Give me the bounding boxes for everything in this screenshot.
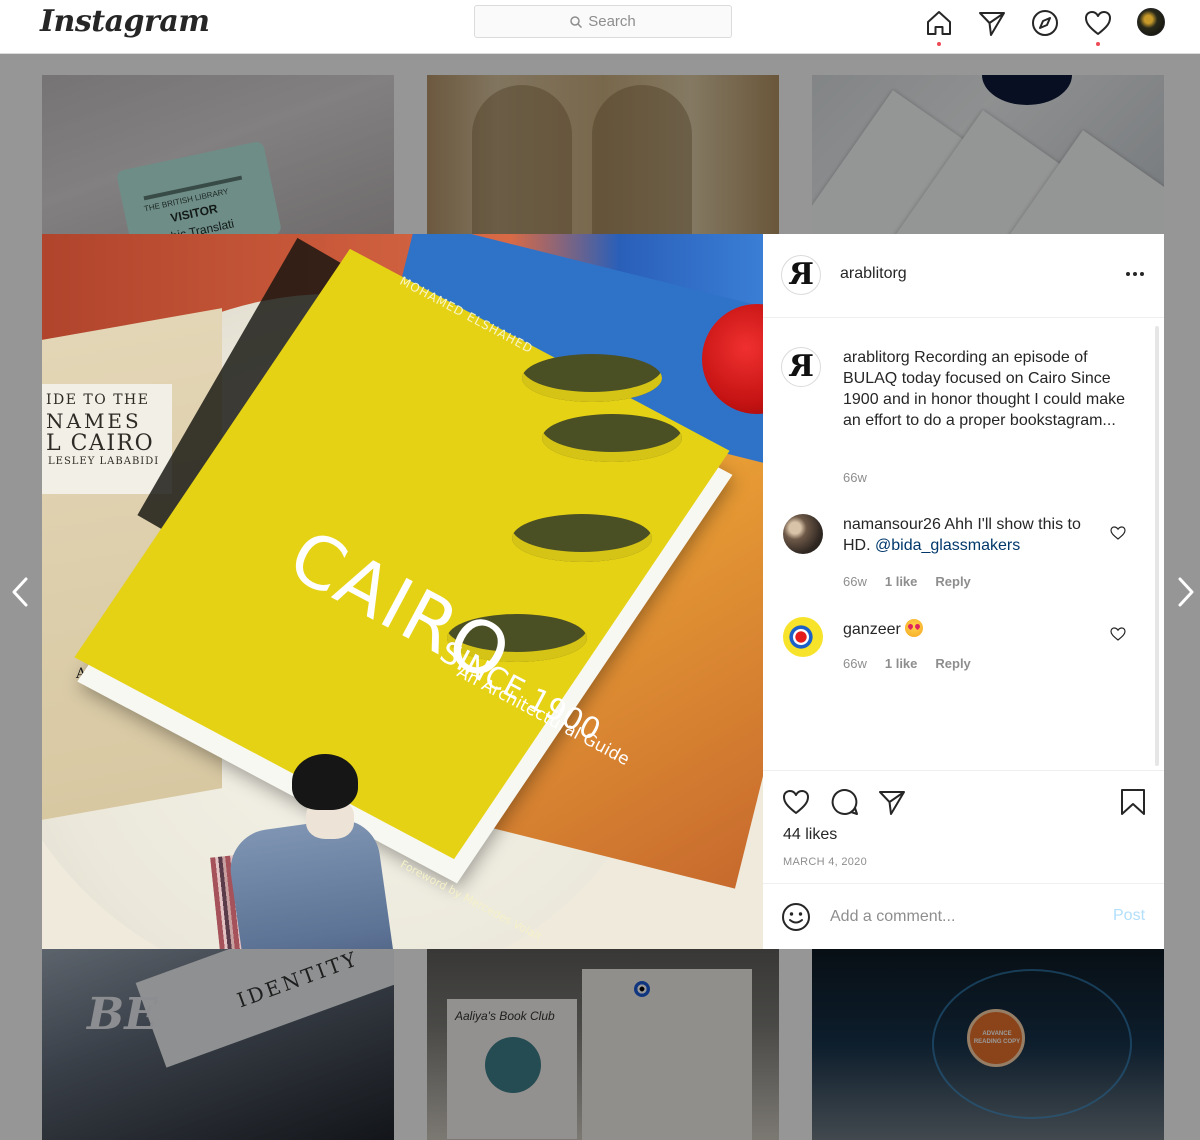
search-icon bbox=[570, 15, 583, 28]
post-photo[interactable]: IDE TO THE NAMES L CAIRO LESLEY LABABIDI… bbox=[42, 234, 763, 949]
activity-notification-dot bbox=[1096, 42, 1100, 46]
comment-1-mention[interactable]: @bida_glassmakers bbox=[875, 537, 1020, 554]
comment-avatar-ganzeer[interactable] bbox=[783, 617, 823, 657]
chevron-right-icon bbox=[1178, 577, 1194, 607]
comment-2: ganzeer bbox=[843, 619, 1093, 640]
share-icon[interactable] bbox=[877, 787, 907, 817]
top-nav: Instagram Search bbox=[0, 0, 1200, 54]
photo-map-book-label bbox=[42, 384, 172, 494]
instagram-logo[interactable]: Instagram bbox=[40, 4, 210, 39]
more-options-icon[interactable] bbox=[1124, 263, 1146, 285]
previous-post-button[interactable] bbox=[6, 575, 34, 609]
comment-1-age[interactable]: 66w bbox=[843, 574, 867, 589]
author-username[interactable]: arablitorg bbox=[840, 265, 907, 283]
direct-icon[interactable] bbox=[977, 8, 1007, 38]
comment-avatar-namansour26[interactable] bbox=[783, 514, 823, 554]
emoji-picker-icon[interactable] bbox=[781, 902, 811, 932]
explore-icon[interactable] bbox=[1030, 8, 1060, 38]
comment-input[interactable] bbox=[830, 904, 1090, 930]
search-box[interactable]: Search bbox=[474, 5, 732, 38]
likes-count[interactable]: 44 likes bbox=[783, 826, 837, 844]
caption-author-avatar[interactable]: R bbox=[781, 347, 821, 387]
author-avatar-logo: R bbox=[788, 256, 814, 292]
cover-disc-3 bbox=[512, 514, 652, 562]
next-post-button[interactable] bbox=[1172, 575, 1200, 609]
comment-icon[interactable] bbox=[830, 787, 860, 817]
caption-username[interactable]: arablitorg bbox=[843, 349, 910, 366]
post-date[interactable]: MARCH 4, 2020 bbox=[783, 856, 867, 868]
comment-1-like-icon[interactable] bbox=[1109, 524, 1127, 542]
caption-avatar-logo: R bbox=[788, 348, 814, 384]
comment-2-age[interactable]: 66w bbox=[843, 656, 867, 671]
comment-1: namansour26 Ahh I'll show this to HD. @b… bbox=[843, 514, 1093, 556]
comment-2-like-icon[interactable] bbox=[1109, 625, 1127, 643]
cover-disc-4 bbox=[447, 614, 587, 662]
comment-1-reply[interactable]: Reply bbox=[935, 574, 970, 589]
comment-1-likes[interactable]: 1 like bbox=[885, 574, 918, 589]
post-comment-button[interactable]: Post bbox=[1113, 907, 1145, 925]
profile-avatar[interactable] bbox=[1137, 8, 1165, 36]
search-placeholder: Search bbox=[588, 13, 636, 30]
comment-1-username[interactable]: namansour26 bbox=[843, 516, 941, 533]
caption-meta: 66w bbox=[843, 470, 885, 485]
home-notification-dot bbox=[937, 42, 941, 46]
like-icon[interactable] bbox=[781, 787, 811, 817]
comments-scrollbar[interactable] bbox=[1155, 326, 1159, 766]
chevron-left-icon bbox=[12, 577, 28, 607]
cover-disc-1 bbox=[522, 354, 662, 402]
post-header: R arablitorg bbox=[763, 234, 1164, 318]
cover-disc-2 bbox=[542, 414, 682, 462]
activity-heart-icon[interactable] bbox=[1083, 8, 1113, 38]
comment-2-likes[interactable]: 1 like bbox=[885, 656, 918, 671]
comments-area[interactable]: R arablitorg Recording an episode of BUL… bbox=[763, 319, 1164, 769]
post-details-panel: R arablitorg R arablitorg Recording an e… bbox=[763, 234, 1164, 949]
comment-2-reply[interactable]: Reply bbox=[935, 656, 970, 671]
add-comment-bar: Post bbox=[763, 883, 1164, 949]
save-bookmark-icon[interactable] bbox=[1118, 787, 1148, 817]
heart-eyes-emoji-icon bbox=[905, 619, 924, 637]
comment-1-meta: 66w 1 like Reply bbox=[843, 574, 989, 589]
caption: arablitorg Recording an episode of BULAQ… bbox=[843, 347, 1133, 431]
caption-age[interactable]: 66w bbox=[843, 470, 867, 485]
comment-2-meta: 66w 1 like Reply bbox=[843, 656, 989, 671]
author-avatar[interactable]: R bbox=[781, 255, 821, 295]
post-actions: 44 likes MARCH 4, 2020 bbox=[763, 770, 1164, 883]
comment-2-username[interactable]: ganzeer bbox=[843, 621, 901, 638]
doll-hat bbox=[292, 754, 358, 810]
home-icon[interactable] bbox=[924, 8, 954, 38]
